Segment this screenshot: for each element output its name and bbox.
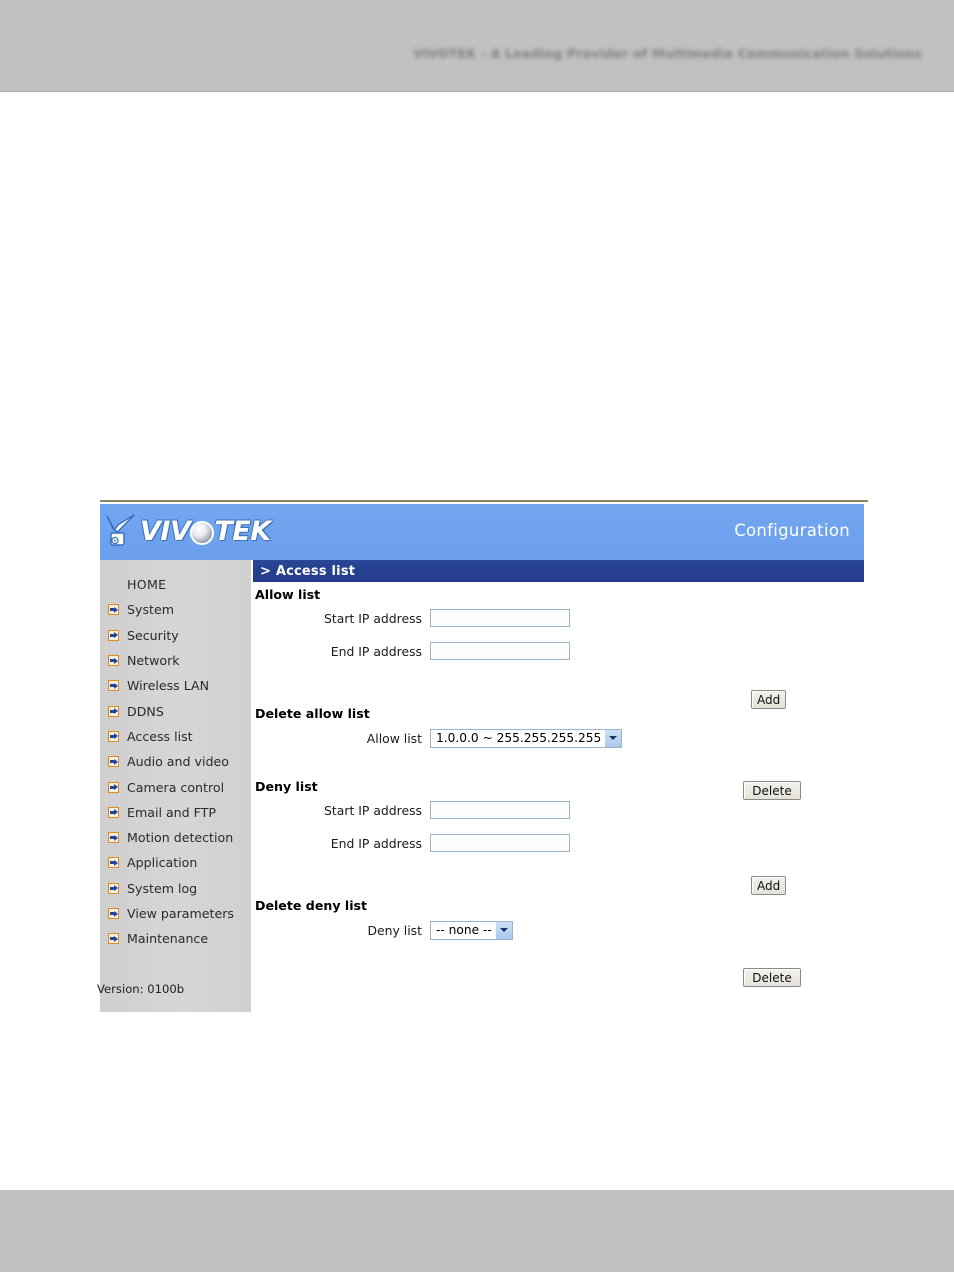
arrow-right-icon	[108, 832, 119, 844]
deny-start-ip-input[interactable]	[430, 801, 570, 819]
allow-list-delete-button[interactable]: Delete	[743, 781, 801, 800]
wordmark-part-2: TEK	[214, 516, 271, 547]
sidebar-item-label: Access list	[127, 728, 193, 744]
arrow-right-icon	[108, 655, 119, 667]
sidebar-item-system-log[interactable]: System log	[100, 876, 251, 901]
sidebar-item-label: Camera control	[127, 779, 225, 795]
sidebar-item-motion-detection[interactable]: Motion detection	[100, 825, 251, 850]
allow-end-ip-row: End IP address	[253, 638, 864, 664]
arrow-right-icon	[108, 705, 119, 717]
ui-body: HOME System Security Network Wireless LA…	[97, 560, 864, 1012]
device-web-ui-panel: VIV TEK Configuration HOME System Securi…	[97, 504, 864, 1012]
deny-start-ip-row: Start IP address	[253, 797, 864, 823]
lens-o-icon	[190, 521, 215, 545]
deny-list-select[interactable]: -- none --	[430, 920, 513, 940]
sidebar-item-label: Network	[127, 653, 180, 669]
allow-list-heading: Allow list	[255, 587, 321, 602]
ui-masthead: VIV TEK Configuration	[100, 504, 864, 560]
arrow-right-icon	[108, 781, 119, 793]
vivotek-logo[interactable]: VIV TEK	[104, 510, 271, 554]
allow-end-ip-input[interactable]	[430, 642, 570, 660]
camera-logo-icon	[104, 512, 138, 552]
sidebar-item-wireless-lan[interactable]: Wireless LAN	[100, 673, 251, 698]
sidebar-item-label: Maintenance	[127, 931, 209, 947]
vivotek-wordmark: VIV TEK	[140, 517, 271, 547]
chevron-down-icon[interactable]	[605, 729, 622, 747]
sidebar-item-application[interactable]: Application	[100, 850, 251, 875]
sidebar-item-email-and-ftp[interactable]: Email and FTP	[100, 800, 251, 825]
sidebar-item-access-list[interactable]: Access list	[100, 724, 251, 749]
deny-list-select-label: Deny list	[367, 922, 423, 938]
deny-start-ip-label: Start IP address	[324, 802, 422, 818]
sidebar-item-view-parameters[interactable]: View parameters	[100, 901, 251, 926]
deny-end-ip-row: End IP address	[253, 830, 864, 856]
deny-end-ip-input[interactable]	[430, 834, 570, 852]
arrow-right-icon	[108, 806, 119, 818]
content-area: > Access list Allow list Start IP addres…	[253, 560, 864, 1012]
sidebar-item-label: Audio and video	[127, 754, 229, 770]
allow-start-ip-label: Start IP address	[324, 610, 422, 626]
breadcrumb: > Access list	[253, 560, 864, 582]
sidebar-item-label: DDNS	[127, 703, 164, 719]
sidebar-item-camera-control[interactable]: Camera control	[100, 774, 251, 799]
sidebar-item-maintenance[interactable]: Maintenance	[100, 926, 251, 951]
page-banner-divider	[0, 88, 954, 92]
sidebar-item-label: System	[127, 602, 174, 618]
chevron-down-icon[interactable]	[495, 921, 512, 939]
arrow-right-icon	[108, 730, 119, 742]
allow-list-add-button[interactable]: Add	[751, 690, 787, 709]
allow-start-ip-input[interactable]	[430, 609, 570, 627]
sidebar-item-label: Application	[127, 855, 198, 871]
page-top-banner: VIVOTEK - A Leading Provider of Multimed…	[0, 0, 954, 88]
arrow-right-icon	[108, 756, 119, 768]
sidebar-item-label: View parameters	[127, 906, 234, 921]
sidebar-item-label: Security	[127, 627, 179, 643]
sidebar-nav: HOME System Security Network Wireless LA…	[97, 560, 252, 1012]
sidebar-item-audio-and-video[interactable]: Audio and video	[100, 749, 251, 774]
allow-start-ip-row: Start IP address	[253, 605, 864, 631]
sidebar-item-label: System log	[127, 880, 198, 896]
allow-list-selected-value: 1.0.0.0 ~ 255.255.255.255	[436, 730, 602, 745]
allow-list-select-label: Allow list	[366, 730, 422, 746]
page-banner-tagline: VIVOTEK - A Leading Provider of Multimed…	[413, 46, 922, 61]
sidebar-item-security[interactable]: Security	[100, 623, 251, 648]
arrow-right-icon	[108, 857, 119, 869]
sidebar-item-label: Wireless LAN	[127, 678, 210, 694]
panel-top-rule	[100, 500, 868, 502]
delete-deny-list-heading: Delete deny list	[255, 898, 368, 913]
deny-list-selected-value: -- none --	[436, 922, 492, 937]
breadcrumb-text: > Access list	[260, 563, 356, 579]
page-bottom-bar	[0, 1190, 954, 1272]
arrow-right-icon	[108, 882, 119, 894]
arrow-right-icon	[108, 604, 119, 616]
firmware-version-label: Version: 0100b	[97, 982, 185, 996]
sidebar-item-ddns[interactable]: DDNS	[100, 698, 251, 723]
delete-deny-list-row: Deny list -- none --	[253, 917, 864, 943]
arrow-right-icon	[108, 629, 119, 641]
allow-end-ip-label: End IP address	[330, 643, 422, 659]
sidebar-item-home[interactable]: HOME	[100, 572, 251, 597]
arrow-right-icon	[108, 933, 119, 945]
deny-list-delete-button[interactable]: Delete	[743, 968, 801, 987]
sidebar-item-system[interactable]: System	[100, 597, 251, 622]
deny-list-add-button[interactable]: Add	[751, 876, 787, 895]
sidebar-item-list: HOME System Security Network Wireless LA…	[100, 560, 251, 951]
page-title: Configuration	[734, 521, 850, 540]
deny-end-ip-label: End IP address	[330, 835, 422, 851]
delete-allow-list-row: Allow list 1.0.0.0 ~ 255.255.255.255	[253, 725, 864, 751]
sidebar-item-label: Motion detection	[127, 830, 234, 846]
arrow-right-icon	[108, 908, 119, 919]
allow-list-select[interactable]: 1.0.0.0 ~ 255.255.255.255	[430, 728, 623, 748]
sidebar-item-network[interactable]: Network	[100, 648, 251, 673]
wordmark-part-1: VIV	[140, 516, 191, 547]
sidebar-item-label: Email and FTP	[127, 804, 216, 820]
arrow-right-icon	[108, 680, 119, 692]
sidebar-item-label: HOME	[127, 577, 167, 593]
